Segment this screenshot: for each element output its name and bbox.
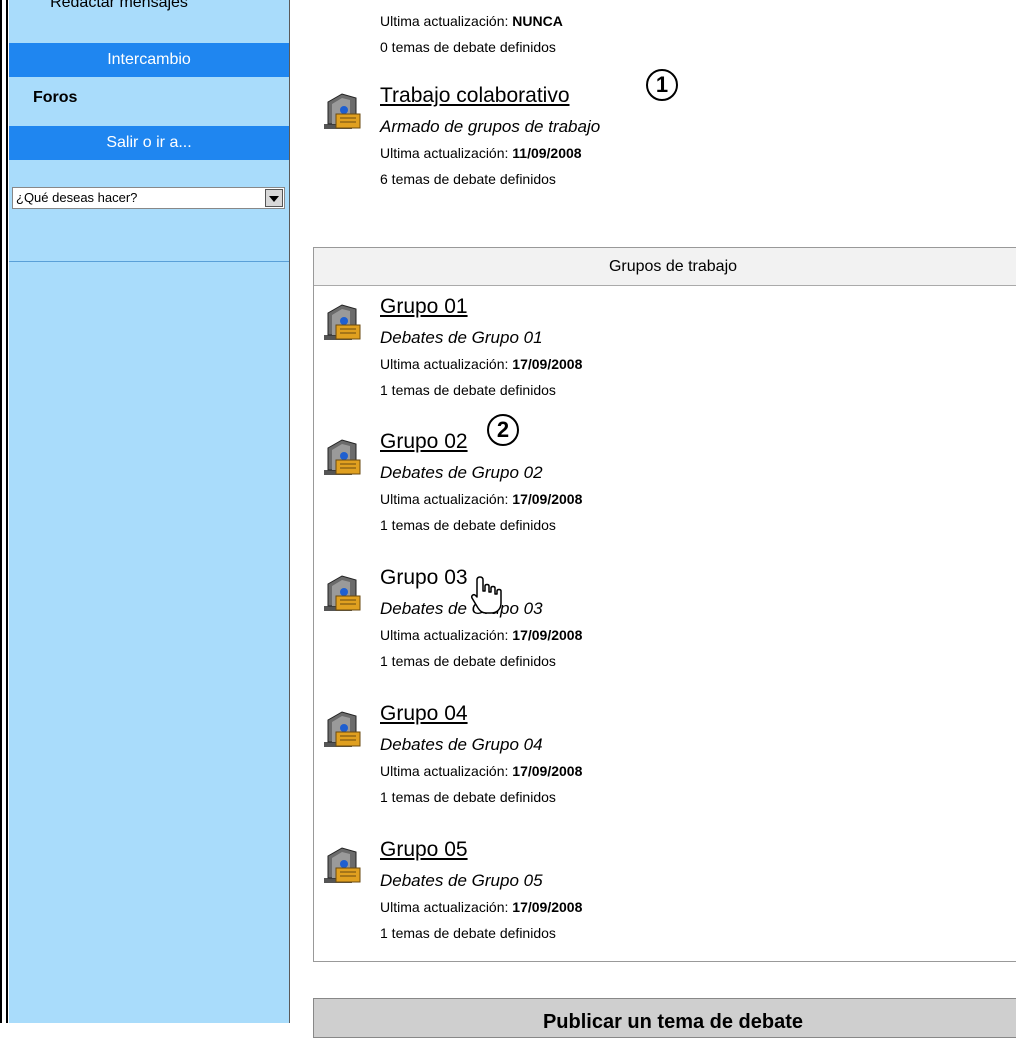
sidebar-item-exchange[interactable]: Intercambio	[9, 43, 289, 77]
group-last-update: Ultima actualización: 17/09/2008	[380, 491, 583, 507]
sidebar-item-label: Foros	[33, 89, 78, 106]
sidebar: Redactar mensajes Intercambio Foros Sali…	[9, 0, 290, 1023]
sidebar-divider	[9, 261, 289, 262]
forum-last-update: Ultima actualización: NUNCA	[380, 13, 563, 29]
group-last-update: Ultima actualización: 17/09/2008	[380, 763, 583, 779]
group-topic-count: 1 temas de debate definidos	[380, 653, 556, 669]
group-title-link[interactable]: Grupo 01	[380, 295, 468, 319]
chevron-down-icon[interactable]	[265, 189, 283, 207]
group-topic-count: 1 temas de debate definidos	[380, 382, 556, 398]
group-last-update: Ultima actualización: 17/09/2008	[380, 899, 583, 915]
forum-title-link[interactable]: Trabajo colaborativo	[380, 84, 570, 108]
action-select[interactable]: ¿Qué deseas hacer?	[12, 187, 285, 209]
section-header: Grupos de trabajo	[314, 248, 1016, 286]
forum-description: Armado de grupos de trabajo	[380, 117, 601, 136]
group-entry-03: Grupo 03 Debates de Grupo 03 Ultima actu…	[320, 566, 1000, 676]
group-title-link[interactable]: Grupo 03	[380, 566, 468, 590]
forum-icon	[324, 439, 361, 475]
callout-badge-1: 1	[646, 69, 678, 101]
group-last-update: Ultima actualización: 17/09/2008	[380, 627, 583, 643]
group-entry-04: Grupo 04 Debates de Grupo 04 Ultima actu…	[320, 702, 1000, 812]
action-select-value: ¿Qué deseas hacer?	[16, 190, 138, 205]
forum-icon	[324, 847, 361, 883]
window-frame-left	[0, 0, 2, 1023]
hand-cursor-icon	[471, 576, 502, 614]
publish-topic-section[interactable]: Publicar un tema de debate	[313, 998, 1016, 1038]
forum-topic-count: 0 temas de debate definidos	[380, 39, 556, 55]
group-description: Debates de Grupo 04	[380, 735, 543, 754]
group-entry-05: Grupo 05 Debates de Grupo 05 Ultima actu…	[320, 838, 1000, 948]
group-description: Debates de Grupo 03	[380, 599, 543, 618]
group-entry-01: Grupo 01 Debates de Grupo 01 Ultima actu…	[320, 295, 1000, 405]
forum-icon	[324, 93, 361, 129]
group-title-link[interactable]: Grupo 05	[380, 838, 468, 862]
group-entry-02: Grupo 02 Debates de Grupo 02 Ultima actu…	[320, 430, 1000, 540]
group-description: Debates de Grupo 01	[380, 328, 543, 347]
forum-last-update: Ultima actualización: 11/09/2008	[380, 145, 582, 161]
forum-icon	[324, 711, 361, 747]
group-topic-count: 1 temas de debate definidos	[380, 517, 556, 533]
sidebar-item-label: Redactar mensajes	[50, 0, 188, 11]
group-topic-count: 1 temas de debate definidos	[380, 925, 556, 941]
callout-badge-2: 2	[487, 414, 519, 446]
group-title-link[interactable]: Grupo 02	[380, 430, 468, 454]
forum-icon	[324, 575, 361, 611]
group-topic-count: 1 temas de debate definidos	[380, 789, 556, 805]
forum-icon	[324, 304, 361, 340]
forum-entry-top: Ultima actualización: NUNCA 0 temas de d…	[320, 0, 1000, 56]
sidebar-item-compose[interactable]: Redactar mensajes	[9, 0, 289, 16]
sidebar-item-label: Intercambio	[107, 51, 191, 68]
sidebar-item-label: Salir o ir a...	[106, 134, 192, 151]
group-description: Debates de Grupo 02	[380, 463, 543, 482]
window-frame-inner	[6, 0, 8, 1023]
group-description: Debates de Grupo 05	[380, 871, 543, 890]
group-title-link[interactable]: Grupo 04	[380, 702, 468, 726]
forum-topic-count: 6 temas de debate definidos	[380, 171, 556, 187]
sidebar-item-exit[interactable]: Salir o ir a...	[9, 126, 289, 160]
group-last-update: Ultima actualización: 17/09/2008	[380, 356, 583, 372]
sidebar-item-forums[interactable]: Foros	[33, 89, 313, 107]
